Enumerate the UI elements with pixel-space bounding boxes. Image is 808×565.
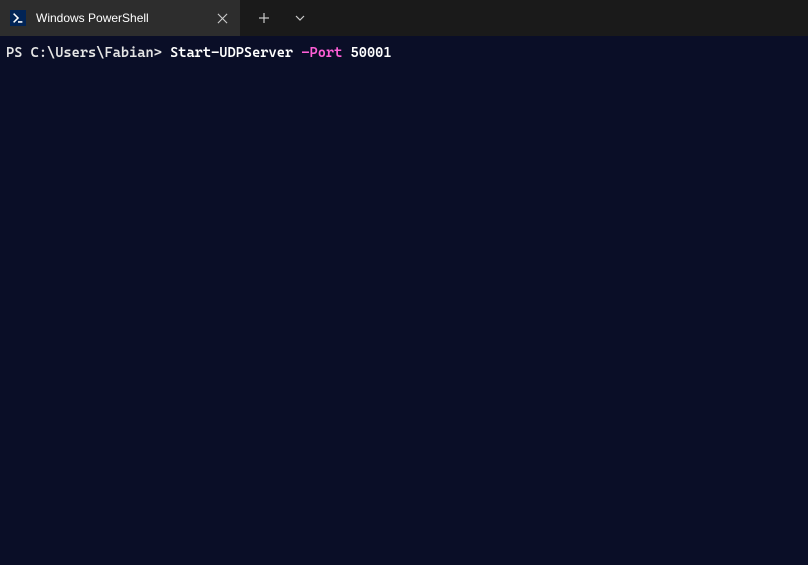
- terminal-line: PS C:\Users\Fabian> Start-UDPServer -Por…: [6, 44, 802, 64]
- new-tab-button[interactable]: [248, 2, 280, 34]
- prompt: PS C:\Users\Fabian>: [6, 45, 170, 61]
- powershell-icon: [10, 10, 26, 26]
- dropdown-button[interactable]: [284, 2, 316, 34]
- titlebar: Windows PowerShell: [0, 0, 808, 36]
- close-icon[interactable]: [214, 10, 230, 26]
- tab-powershell[interactable]: Windows PowerShell: [0, 0, 240, 36]
- terminal-area[interactable]: PS C:\Users\Fabian> Start-UDPServer -Por…: [0, 36, 808, 72]
- param: -Port: [301, 45, 342, 61]
- titlebar-actions: [240, 2, 316, 34]
- param-value: 50001: [351, 45, 392, 61]
- cmdlet: Start-UDPServer: [170, 45, 293, 61]
- tab-title: Windows PowerShell: [36, 11, 204, 25]
